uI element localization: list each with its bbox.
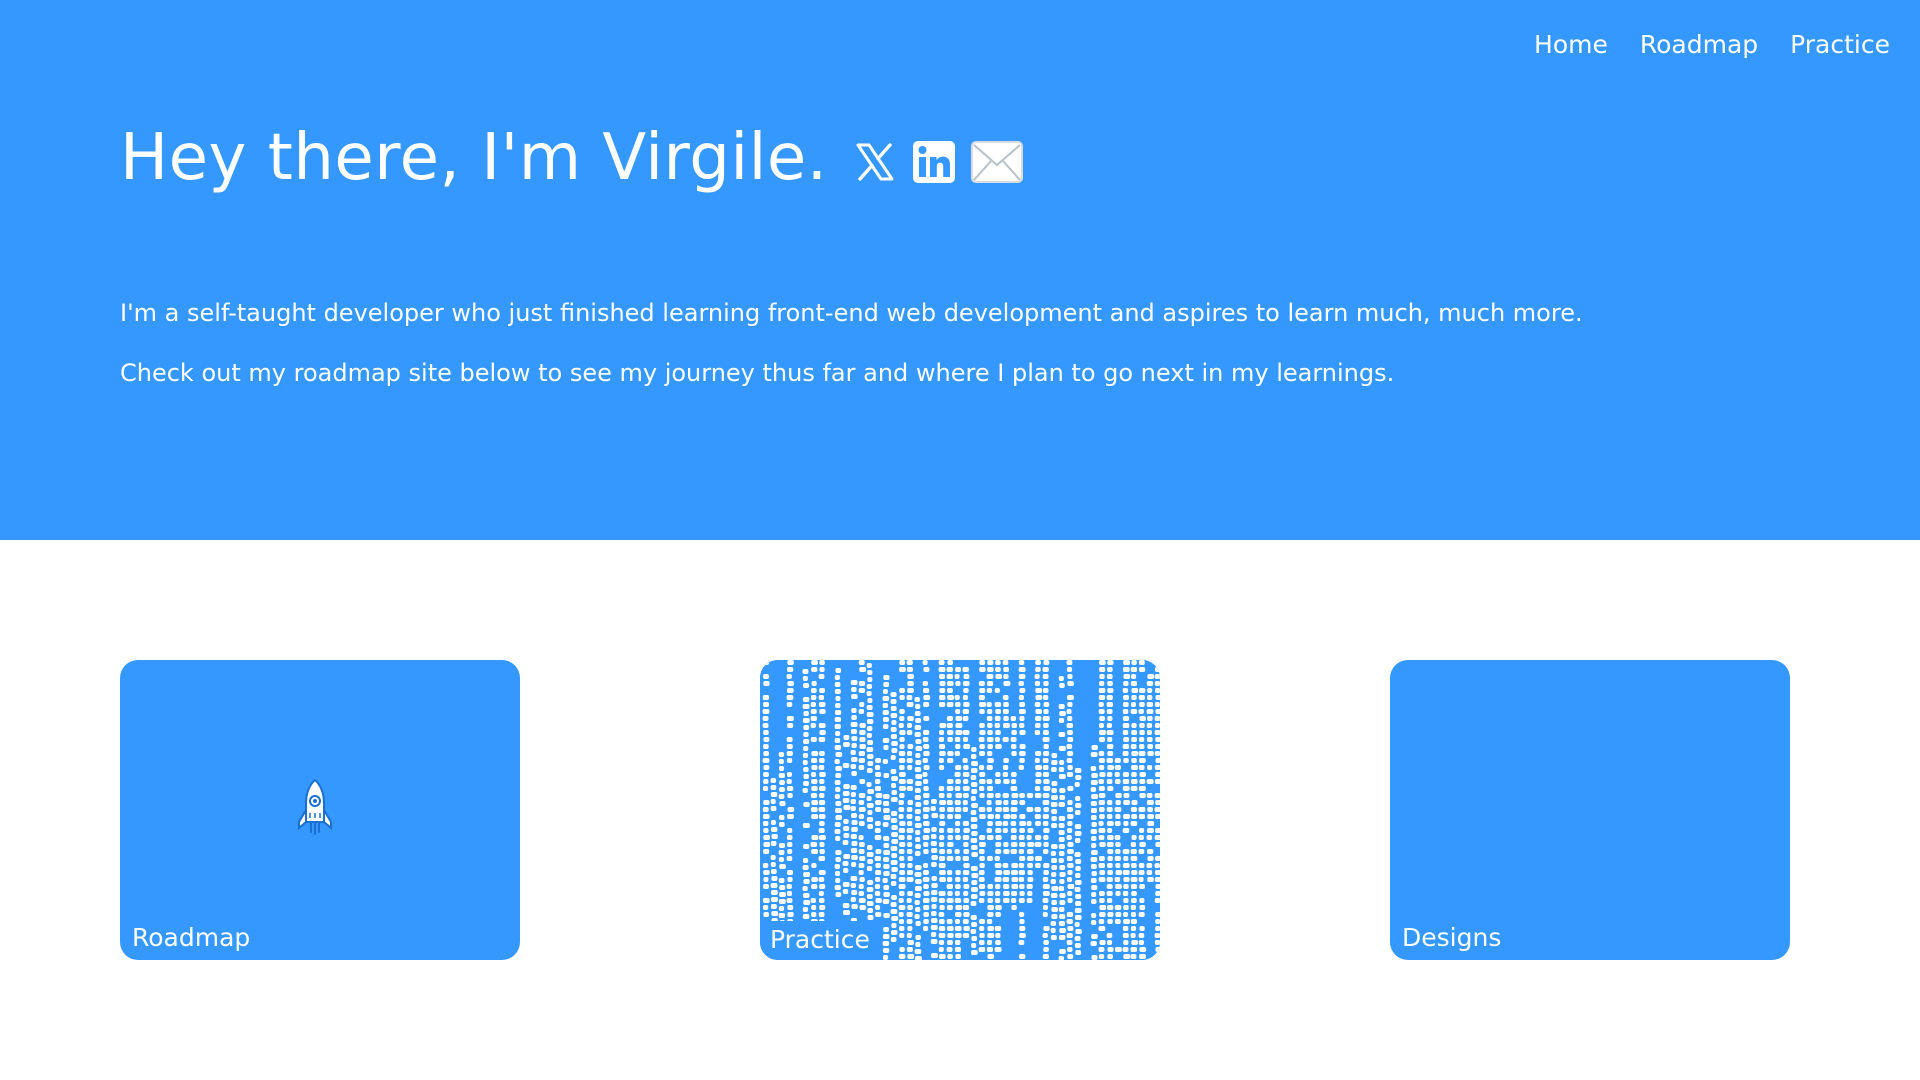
linkedin-icon[interactable] bbox=[912, 140, 956, 184]
envelope-icon[interactable] bbox=[970, 139, 1024, 185]
rocket-icon bbox=[297, 778, 333, 840]
social-links bbox=[852, 139, 1024, 185]
page-title: Hey there, I'm Virgile. bbox=[120, 121, 828, 195]
intro-paragraph: I'm a self-taught developer who just fin… bbox=[120, 299, 1583, 327]
matrix-code-graphic bbox=[760, 660, 1160, 960]
intro-paragraph: Check out my roadmap site below to see m… bbox=[120, 359, 1395, 387]
card-label: Practice bbox=[760, 921, 882, 960]
nav-roadmap-link[interactable]: Roadmap bbox=[1640, 30, 1758, 59]
top-nav: Home Roadmap Practice bbox=[1534, 30, 1890, 59]
hero-section: Home Roadmap Practice Hey there, I'm Vir… bbox=[0, 0, 1920, 540]
designs-card[interactable]: Designs bbox=[1390, 660, 1790, 960]
card-label: Designs bbox=[1402, 923, 1502, 952]
practice-card[interactable]: Practice bbox=[760, 660, 1160, 960]
card-label: Roadmap bbox=[132, 923, 251, 952]
nav-practice-link[interactable]: Practice bbox=[1790, 30, 1890, 59]
intro-text: I'm a self-taught developer who just fin… bbox=[120, 296, 1583, 416]
project-cards: Roadmap Practice Designs bbox=[0, 660, 1920, 960]
nav-home-link[interactable]: Home bbox=[1534, 30, 1608, 59]
x-icon[interactable] bbox=[852, 139, 898, 185]
roadmap-card[interactable]: Roadmap bbox=[120, 660, 520, 960]
headline-row: Hey there, I'm Virgile. bbox=[120, 118, 1024, 198]
